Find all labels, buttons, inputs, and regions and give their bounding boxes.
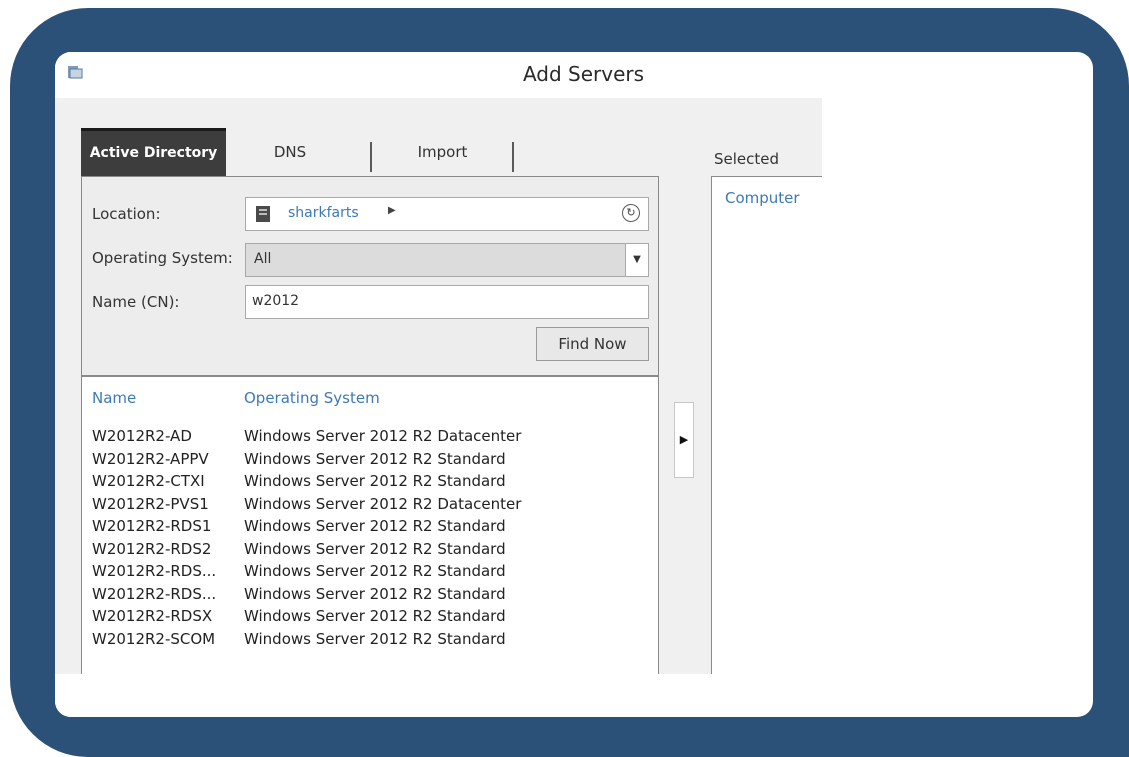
refresh-icon[interactable]: ↻ xyxy=(622,204,640,222)
server-name: W2012R2-RDSX xyxy=(92,607,213,625)
server-name: W2012R2-RDS... xyxy=(92,562,217,580)
tab-import[interactable]: Import xyxy=(395,128,490,176)
server-os: Windows Server 2012 R2 Standard xyxy=(244,472,506,490)
server-os: Windows Server 2012 R2 Standard xyxy=(244,539,506,558)
server-os: Windows Server 2012 R2 Standard xyxy=(244,607,506,625)
table-row[interactable]: W2012R2-RDSX Windows Server 2012 R2 Stand… xyxy=(82,607,658,630)
screenshot-card: Add Servers Active Directory DNS Import … xyxy=(55,52,1093,717)
name-input-value: w2012 xyxy=(252,293,300,309)
results-rows: W2012R2-AD Windows Server 2012 R2 Datacen… xyxy=(82,427,658,652)
server-os: Windows Server 2012 R2 Standard xyxy=(244,449,506,468)
window-title: Add Servers xyxy=(522,62,645,86)
column-header-name[interactable]: Name xyxy=(92,389,136,407)
table-row[interactable]: W2012R2-RDS... Windows Server 2012 R2 Sta… xyxy=(82,562,658,585)
server-name: W2012R2-PVS1 xyxy=(92,494,209,513)
results-list: Name Operating System W2012R2-AD Windows … xyxy=(81,376,659,717)
os-label: Operating System: xyxy=(92,249,233,267)
column-header-os[interactable]: Operating System xyxy=(244,389,380,407)
crop-bottom xyxy=(55,674,822,717)
table-row[interactable]: W2012R2-RDS... Windows Server 2012 R2 Sta… xyxy=(82,585,658,608)
table-row[interactable]: W2012R2-RDS2 Windows Server 2012 R2 Stand… xyxy=(82,540,658,563)
server-os: Windows Server 2012 R2 Standard xyxy=(244,517,506,535)
column-header-computer[interactable]: Computer xyxy=(725,189,800,207)
server-name: W2012R2-APPV xyxy=(92,449,209,468)
name-input[interactable]: w2012 xyxy=(245,285,649,319)
table-row[interactable]: W2012R2-AD Windows Server 2012 R2 Datacen… xyxy=(82,427,658,450)
server-name: W2012R2-CTXI xyxy=(92,472,205,490)
server-name: W2012R2-RDS1 xyxy=(92,517,212,535)
os-select[interactable]: All ▼ xyxy=(245,243,649,277)
table-row[interactable]: W2012R2-CTXI Windows Server 2012 R2 Stand… xyxy=(82,472,658,495)
tab-separator xyxy=(370,142,372,172)
table-row[interactable]: W2012R2-RDS1 Windows Server 2012 R2 Stand… xyxy=(82,517,658,540)
server-icon xyxy=(256,206,270,222)
server-os: Windows Server 2012 R2 Standard xyxy=(244,629,506,648)
selected-label: Selected xyxy=(714,150,780,168)
tab-separator xyxy=(512,142,514,172)
location-value[interactable]: sharkfarts xyxy=(288,205,359,221)
table-row[interactable]: W2012R2-PVS1 Windows Server 2012 R2 Datac… xyxy=(82,495,658,518)
title-bar: Add Servers xyxy=(55,52,822,98)
location-label: Location: xyxy=(92,205,161,223)
server-os: Windows Server 2012 R2 Standard xyxy=(244,562,506,580)
chevron-down-icon[interactable]: ▼ xyxy=(625,244,648,276)
chevron-right-icon[interactable]: ▶ xyxy=(388,205,396,216)
server-name: W2012R2-RDS2 xyxy=(92,539,212,558)
table-row[interactable]: W2012R2-APPV Windows Server 2012 R2 Stand… xyxy=(82,450,658,473)
server-name: W2012R2-AD xyxy=(92,427,192,445)
find-now-button[interactable]: Find Now xyxy=(536,327,649,361)
search-panel: Location: sharkfarts ▶ ↻ Operating Syste… xyxy=(81,176,659,376)
location-picker[interactable]: sharkfarts ▶ ↻ xyxy=(245,197,649,231)
tab-active-directory[interactable]: Active Directory xyxy=(81,128,226,176)
table-row[interactable]: W2012R2-SCOM Windows Server 2012 R2 Stand… xyxy=(82,630,658,653)
add-servers-dialog: Add Servers Active Directory DNS Import … xyxy=(55,52,822,717)
name-label: Name (CN): xyxy=(92,293,180,311)
server-os: Windows Server 2012 R2 Standard xyxy=(244,584,506,603)
os-select-value: All xyxy=(254,251,272,267)
selected-list: Computer xyxy=(711,176,822,717)
add-to-selected-button[interactable]: ▶ xyxy=(674,402,694,478)
server-os: Windows Server 2012 R2 Datacenter xyxy=(244,494,522,513)
server-os: Windows Server 2012 R2 Datacenter xyxy=(244,427,522,445)
play-arrow-icon: ▶ xyxy=(679,433,689,446)
server-name: W2012R2-SCOM xyxy=(92,629,216,648)
server-name: W2012R2-RDS... xyxy=(92,584,217,603)
tab-dns[interactable]: DNS xyxy=(255,128,325,176)
